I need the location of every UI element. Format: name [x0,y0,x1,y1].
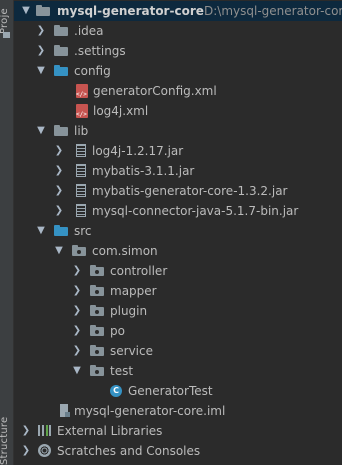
tree-item-config[interactable]: ▼ config [14,61,342,81]
package-icon [72,245,86,257]
chevron-down-icon[interactable]: ▼ [36,221,46,241]
tree-item-jar[interactable]: ❯ mybatis-3.1.1.jar [14,161,342,181]
tree-item-idea[interactable]: ❯ .idea [14,21,342,41]
chevron-right-icon[interactable]: ❯ [36,21,46,41]
tree-item-label: .settings [74,44,126,58]
chevron-right-icon[interactable]: ❯ [72,301,82,321]
root-name: mysql-generator-core [57,4,204,18]
tree-item-log4j-xml[interactable]: log4j.xml [14,101,342,125]
tree-item-label: mybatis-generator-core-1.3.2.jar [92,184,288,198]
tree-item-label: service [110,344,153,358]
tree-item-subpackage[interactable]: ❯ plugin [14,301,342,321]
tree-item-jar[interactable]: ❯ mysql-connector-java-5.1.7-bin.jar [14,201,342,221]
tree-item-label: lib [74,124,89,138]
chevron-right-icon[interactable]: ❯ [21,441,31,461]
tree-item-subpackage[interactable]: ❯ controller [14,261,342,281]
tree-item-label: po [110,324,125,338]
chevron-down-icon[interactable]: ▼ [21,1,31,21]
tree-item-root[interactable]: ▼ mysql-generator-core D:\mysql-generato… [14,1,342,21]
tree-item-label: External Libraries [57,424,163,438]
jar-icon [76,164,90,177]
package-icon [90,305,104,317]
tree-item-lib[interactable]: ▼ lib [14,121,342,141]
tree-item-label: plugin [110,304,148,318]
folder-icon [54,65,68,77]
tree-item-subpackage[interactable]: ▼ test [14,361,342,381]
tree-item-jar[interactable]: ❯ mybatis-generator-core-1.3.2.jar [14,181,342,201]
project-tool-window-strip[interactable]: Proje Structure [0,0,14,465]
tree-item-label: controller [110,264,168,278]
chevron-right-icon[interactable]: ❯ [54,141,64,161]
source-folder-icon [54,225,68,237]
module-file-icon [60,404,74,417]
tree-item-subpackage[interactable]: ❯ mapper [14,281,342,301]
tree-item-jar[interactable]: ❯ log4j-1.2.17.jar [14,141,342,161]
tree-item-label: config [74,64,111,78]
jar-icon [76,184,90,197]
xml-file-icon [76,104,90,125]
tree-item-label: mapper [110,284,157,298]
xml-file-icon [76,84,90,105]
chevron-right-icon[interactable]: ❯ [72,321,82,341]
jar-icon [76,144,90,157]
folder-icon [54,45,68,57]
package-icon [90,345,104,357]
tree-item-external-libraries[interactable]: ❯ External Libraries [14,421,342,441]
chevron-right-icon[interactable]: ❯ [54,161,64,181]
tree-item-label: mysql-connector-java-5.1.7-bin.jar [92,204,299,218]
package-icon [90,325,104,337]
tree-item-scratches[interactable]: ❯ Scratches and Consoles [14,441,342,461]
chevron-down-icon[interactable]: ▼ [54,241,64,261]
project-tool-icon [3,32,10,38]
java-class-icon: C [110,385,124,397]
tree-item-label: mysql-generator-core.iml [74,404,226,418]
tree-item-subpackage[interactable]: ❯ po [14,321,342,341]
tree-item-label: GeneratorTest [128,384,213,398]
tree-item-label: .idea [74,24,104,38]
tree-item-label: src [74,224,92,238]
chevron-right-icon[interactable]: ❯ [54,201,64,221]
tree-item-class[interactable]: C GeneratorTest [14,381,342,401]
chevron-right-icon[interactable]: ❯ [72,341,82,361]
chevron-right-icon[interactable]: ❯ [72,281,82,301]
module-folder-icon [36,5,50,17]
chevron-down-icon[interactable]: ▼ [72,361,82,381]
tree-item-label: Scratches and Consoles [57,444,201,458]
chevron-right-icon[interactable]: ❯ [54,181,64,201]
root-path: D:\mysql-generator-cor [204,4,342,18]
tree-item-label: com.simon [92,244,158,258]
external-libraries-icon [38,425,52,437]
chevron-right-icon[interactable]: ❯ [72,261,82,281]
scratches-icon [38,444,52,457]
tree-item-iml[interactable]: mysql-generator-core.iml [14,401,342,421]
jar-icon [76,204,90,217]
tree-item-src[interactable]: ▼ src [14,221,342,241]
package-icon [90,265,104,277]
package-icon [90,285,104,297]
chevron-right-icon[interactable]: ❯ [36,41,46,61]
tree-item-label: mybatis-3.1.1.jar [92,164,195,178]
tree-item-label: generatorConfig.xml [93,84,217,98]
folder-icon [54,125,68,137]
tree-item-settings[interactable]: ❯ .settings [14,41,342,61]
tree-item-label: log4j-1.2.17.jar [92,144,184,158]
tree-item-generatorconfig-xml[interactable]: generatorConfig.xml [14,81,342,105]
package-icon [90,365,104,377]
tree-item-label: log4j.xml [93,104,149,118]
chevron-down-icon[interactable]: ▼ [36,61,46,81]
chevron-right-icon[interactable]: ❯ [21,421,31,441]
tree-item-label: test [110,364,134,378]
tree-item-package[interactable]: ▼ com.simon [14,241,342,261]
structure-tool-label[interactable]: Structure [0,417,10,465]
folder-icon [54,25,68,37]
chevron-down-icon[interactable]: ▼ [36,121,46,141]
tree-item-subpackage[interactable]: ❯ service [14,341,342,361]
project-tool-label[interactable]: Proje [0,2,10,34]
